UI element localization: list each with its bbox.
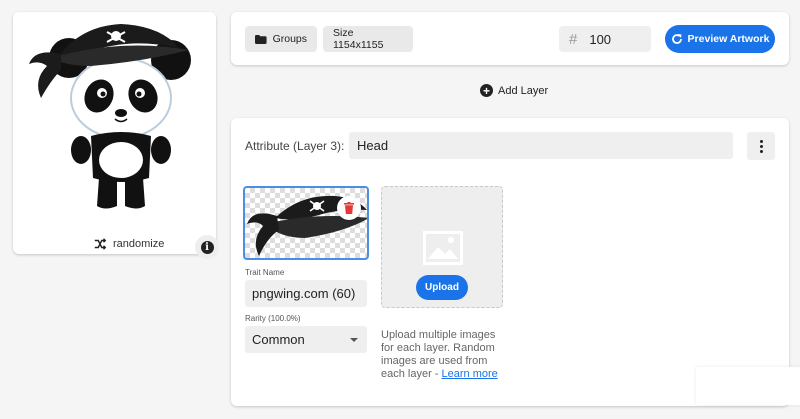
size-button[interactable]: Size 1154x1155: [323, 26, 413, 52]
upload-dropzone[interactable]: Upload: [381, 186, 503, 308]
info-button[interactable]: i: [195, 235, 219, 259]
upload-button[interactable]: Upload: [416, 275, 468, 300]
more-options-button[interactable]: [747, 132, 775, 160]
preview-card: randomize i: [13, 12, 219, 259]
rarity-select[interactable]: Common: [245, 326, 367, 353]
layer-card: Attribute (Layer 3): Head Trait Name png…: [231, 118, 789, 406]
attribute-label: Attribute (Layer 3):: [245, 139, 345, 153]
groups-button[interactable]: Groups: [245, 26, 317, 52]
rarity-label: Rarity (100.0%): [245, 314, 301, 323]
upload-help-text: Upload multiple images for each layer. R…: [381, 329, 498, 380]
add-layer-button[interactable]: + Add Layer: [480, 84, 548, 97]
preview-artwork-label: Preview Artwork: [687, 33, 770, 45]
refresh-icon: [671, 34, 682, 44]
attribute-input[interactable]: Head: [349, 132, 733, 159]
groups-label: Groups: [272, 33, 307, 45]
floating-widget: [696, 367, 800, 405]
trait-image-thumbnail[interactable]: [243, 186, 369, 260]
collection-count-input[interactable]: # 100: [559, 26, 651, 52]
trait-name-label: Trait Name: [245, 268, 285, 277]
image-placeholder-icon: [423, 231, 463, 265]
count-value: 100: [589, 31, 612, 47]
info-icon: i: [200, 240, 214, 254]
delete-trait-button[interactable]: [337, 196, 361, 220]
shuffle-icon: [94, 238, 107, 250]
learn-more-link[interactable]: Learn more: [442, 368, 498, 380]
trash-icon: [344, 202, 354, 214]
randomize-button[interactable]: randomize: [93, 237, 164, 251]
more-vert-icon: [759, 139, 763, 143]
preview-artwork-button[interactable]: Preview Artwork: [665, 25, 775, 53]
panda-preview-image: [29, 24, 191, 209]
add-circle-icon: +: [480, 84, 493, 97]
chevron-down-icon: [350, 338, 358, 342]
trait-name-input[interactable]: pngwing.com (60): [245, 280, 367, 307]
toolbar: Groups Size 1154x1155 # 100 Preview Artw…: [231, 12, 789, 65]
size-label: Size 1154x1155: [333, 27, 384, 51]
folder-icon: [255, 34, 267, 44]
rarity-value: Common: [252, 332, 305, 347]
hash-icon: #: [569, 30, 578, 48]
randomize-label: randomize: [113, 238, 165, 250]
add-layer-label: Add Layer: [498, 84, 549, 97]
